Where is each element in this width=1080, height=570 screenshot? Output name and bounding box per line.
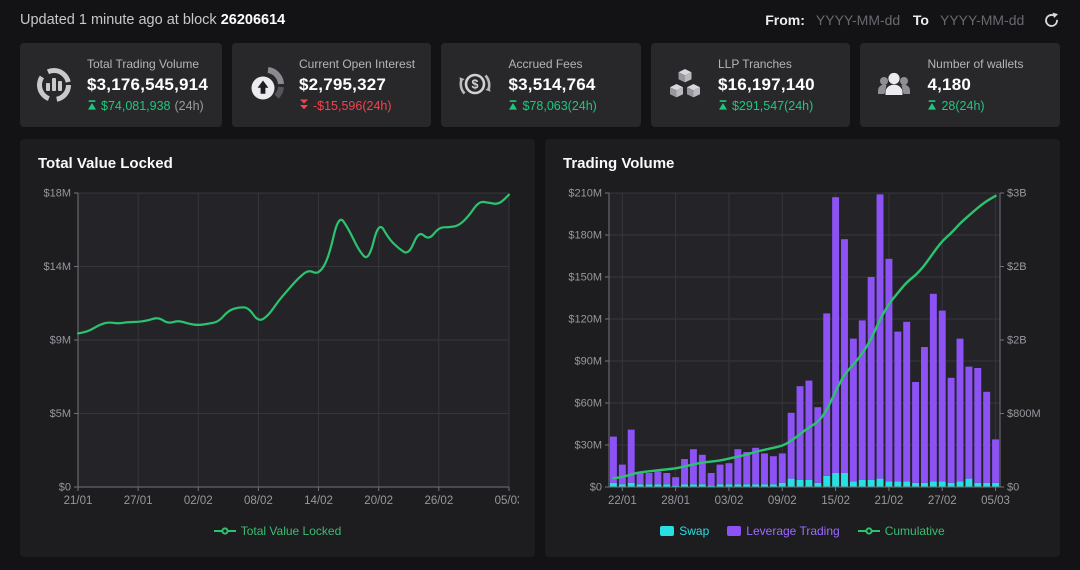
to-label: To [913,12,929,28]
llp-tranches-icon [665,65,705,105]
svg-text:$30M: $30M [574,440,602,452]
svg-text:$0: $0 [1007,482,1019,494]
svg-text:$210M: $210M [568,188,602,200]
stats-row: Total Trading Volume $3,176,545,914 $74,… [0,40,1080,127]
svg-text:$150M: $150M [568,272,602,284]
tvl-chart-title: Total Value Locked [38,155,519,172]
stat-card-number-of-wallets: Number of wallets 4,180 28(24h) [860,43,1060,127]
svg-text:$9M: $9M [50,335,71,347]
trading-volume-panel: Trading Volume $210M$180M$150M$120M$90M$… [545,139,1060,557]
accrued-fees-icon: $ [455,65,495,105]
updated-text: Updated 1 minute ago at block [20,12,217,28]
card-change: $291,547(24h) [718,99,815,113]
svg-text:05/03: 05/03 [981,495,1010,507]
arrow-up-icon [508,99,518,113]
svg-text:$120M: $120M [568,314,602,326]
stat-card-accrued-fees: $ Accrued Fees $3,514,764 $78,063(24h) [441,43,641,127]
card-label: LLP Tranches [718,57,815,71]
svg-text:$2B: $2B [1007,335,1027,347]
card-change: 28(24h) [927,99,1023,113]
card-label: Accrued Fees [508,57,596,71]
card-label: Current Open Interest [299,57,415,71]
svg-text:15/02: 15/02 [821,495,850,507]
svg-text:$5M: $5M [50,408,71,420]
svg-text:$18M: $18M [43,188,71,200]
to-date-input[interactable] [938,11,1028,29]
legend-item-leverage-trading[interactable]: Leverage Trading [727,524,839,538]
line-marker-icon [214,526,236,536]
svg-text:20/02: 20/02 [364,495,393,507]
svg-text:$0: $0 [590,482,602,494]
svg-text:$0: $0 [59,482,71,494]
open-interest-icon [246,65,286,105]
tvl-legend: Total Value Locked [36,524,519,538]
card-value: $16,197,140 [718,75,815,95]
svg-text:21/01: 21/01 [64,495,93,507]
svg-text:02/02: 02/02 [184,495,213,507]
trading-volume-legend: Swap Leverage Trading Cumulative [561,524,1044,538]
svg-text:08/02: 08/02 [244,495,273,507]
svg-text:$90M: $90M [574,356,602,368]
arrow-up-icon [87,99,97,113]
svg-text:$800M: $800M [1007,408,1041,420]
line-marker-icon [858,526,880,536]
arrow-down-icon [299,99,309,113]
trading-volume-chart: $210M $180M $150M $120M $90M $60M $30M $0 $3B $2B… [561,181,1044,521]
legend-item-swap[interactable]: Swap [660,524,709,538]
svg-text:05/03: 05/03 [495,495,519,507]
svg-text:26/02: 26/02 [424,495,453,507]
arrow-up-icon [718,99,728,113]
trading-volume-icon [34,65,74,105]
stat-card-total-trading-volume: Total Trading Volume $3,176,545,914 $74,… [20,43,222,127]
svg-text:27/02: 27/02 [928,495,957,507]
card-change: $78,063(24h) [508,99,596,113]
card-change: $74,081,938 (24h) [87,99,208,113]
svg-text:$3B: $3B [1007,188,1027,200]
card-value: $3,514,764 [508,75,596,95]
charts-row: Total Value Locked $18M$14M$9M$5M$021/01… [0,127,1080,557]
tvl-panel: Total Value Locked $18M $14M $9M $5M $021/01… [20,139,535,557]
from-date-input[interactable] [814,11,904,29]
svg-text:$60M: $60M [574,398,602,410]
date-range-controls: From: To [765,11,1060,29]
trading-volume-chart-title: Trading Volume [563,155,1044,172]
from-label: From: [765,12,805,28]
block-number: 26206614 [221,12,286,28]
updated-status: Updated 1 minute ago at block 26206614 [20,12,285,28]
swap-swatch-icon [660,526,674,536]
svg-text:$: $ [472,78,479,92]
tvl-chart: $18M $14M $9M $5M $021/01 27/01 02/02 08/02 14/0… [36,181,519,521]
legend-item-cumulative[interactable]: Cumulative [858,524,945,538]
card-label: Total Trading Volume [87,57,208,71]
card-change: -$15,596(24h) [299,99,415,113]
svg-text:28/01: 28/01 [661,495,690,507]
stat-card-current-open-interest: Current Open Interest $2,795,327 -$15,59… [232,43,432,127]
svg-text:14/02: 14/02 [304,495,333,507]
stat-card-llp-tranches: LLP Tranches $16,197,140 $291,547(24h) [651,43,851,127]
card-label: Number of wallets [927,57,1023,71]
wallets-icon [874,65,914,105]
svg-text:$2B: $2B [1007,261,1027,273]
refresh-icon[interactable] [1043,12,1060,29]
svg-text:09/02: 09/02 [768,495,797,507]
svg-text:03/02: 03/02 [715,495,744,507]
svg-text:22/01: 22/01 [608,495,637,507]
arrow-up-icon [927,99,937,113]
card-value: 4,180 [927,75,1023,95]
legend-item-total-value-locked[interactable]: Total Value Locked [214,524,342,538]
top-bar: Updated 1 minute ago at block 26206614 F… [0,0,1080,40]
svg-text:21/02: 21/02 [875,495,904,507]
svg-text:27/01: 27/01 [124,495,153,507]
card-value: $3,176,545,914 [87,75,208,95]
leverage-swatch-icon [727,526,741,536]
card-value: $2,795,327 [299,75,415,95]
svg-text:$14M: $14M [43,261,71,273]
svg-text:$180M: $180M [568,230,602,242]
